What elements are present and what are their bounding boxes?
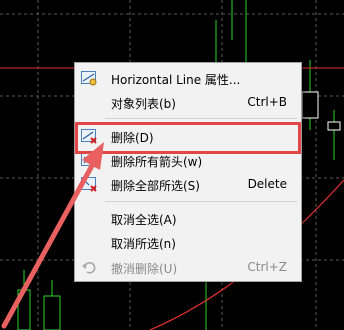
menu-item-label: 对象列表(b) bbox=[111, 97, 176, 111]
line-properties-icon bbox=[81, 70, 97, 86]
menu-item-delete-all-arrows[interactable]: 删除所有箭头(w) bbox=[75, 149, 301, 171]
undo-icon bbox=[81, 259, 97, 275]
menu-item-label: 取消全选(A) bbox=[111, 213, 177, 227]
menu-separator bbox=[105, 201, 297, 202]
menu-item-object-list[interactable]: 对象列表(b) Ctrl+B bbox=[75, 91, 301, 113]
menu-separator bbox=[105, 118, 297, 119]
menu-item-deselect[interactable]: 取消所选(n) bbox=[75, 231, 301, 253]
context-menu: Horizontal Line 属性... 对象列表(b) Ctrl+B 删除(… bbox=[74, 62, 302, 282]
menu-item-shortcut: Ctrl+Z bbox=[247, 260, 287, 274]
menu-item-undo-delete[interactable]: 撤消删除(U) Ctrl+Z bbox=[75, 256, 301, 278]
menu-item-label: 取消所选(n) bbox=[111, 237, 176, 251]
menu-item-line-properties[interactable]: Horizontal Line 属性... bbox=[75, 67, 301, 89]
delete-selected-icon bbox=[81, 176, 97, 192]
menu-item-label: Horizontal Line 属性... bbox=[111, 73, 241, 87]
menu-item-deselect-all[interactable]: 取消全选(A) bbox=[75, 207, 301, 229]
menu-item-shortcut: Ctrl+B bbox=[247, 95, 287, 109]
menu-item-delete-all-selected[interactable]: 删除全部所选(S) Delete bbox=[75, 173, 301, 195]
delete-object-icon bbox=[81, 128, 97, 144]
menu-item-label: 删除(D) bbox=[111, 131, 154, 145]
delete-arrows-icon bbox=[81, 152, 97, 168]
menu-item-label: 撤消删除(U) bbox=[111, 262, 178, 276]
menu-item-delete[interactable]: 删除(D) bbox=[75, 125, 301, 147]
menu-item-shortcut: Delete bbox=[247, 177, 287, 191]
menu-item-label: 删除所有箭头(w) bbox=[111, 155, 203, 169]
menu-item-label: 删除全部所选(S) bbox=[111, 179, 200, 193]
